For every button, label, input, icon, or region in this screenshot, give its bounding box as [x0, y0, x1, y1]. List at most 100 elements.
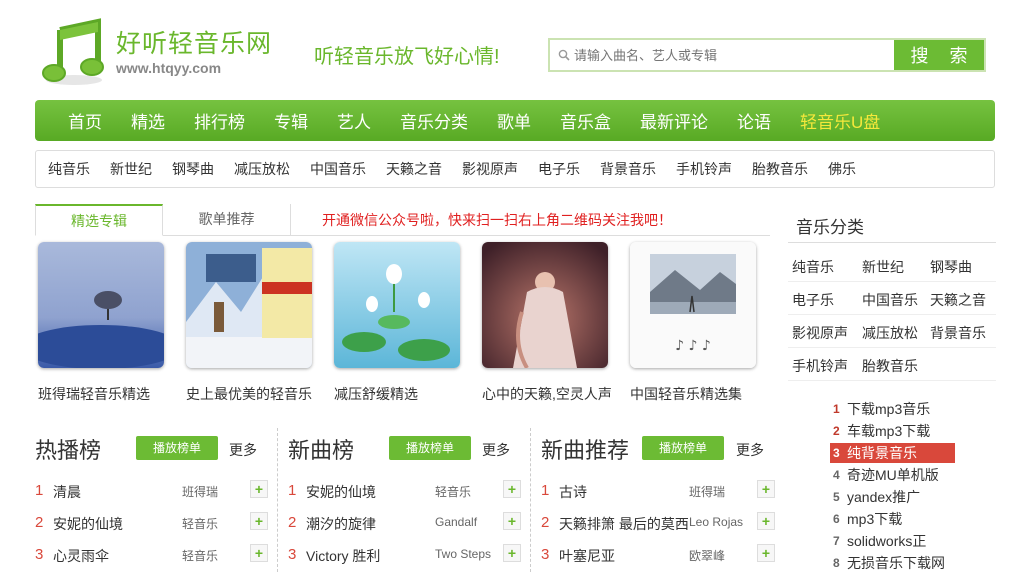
site-url[interactable]: www.htqyy.com	[116, 60, 221, 76]
rank-label[interactable]: 车载mp3下载	[847, 421, 930, 441]
song-artist[interactable]: 班得瑞	[182, 483, 218, 500]
album-title[interactable]: 班得瑞轻音乐精选	[38, 384, 166, 404]
sub-nav-item[interactable]: 减压放松	[234, 159, 290, 179]
song-title[interactable]: 安妮的仙境	[53, 514, 123, 534]
album-title[interactable]: 心中的天籁,空灵人声	[482, 384, 612, 404]
nav-latest-comments[interactable]: 最新评论	[640, 108, 708, 133]
album-title[interactable]: 史上最优美的轻音乐	[186, 384, 314, 404]
nav-charts[interactable]: 排行榜	[194, 108, 245, 133]
album-cover-relax[interactable]	[334, 242, 460, 368]
play-chart-button[interactable]: 播放榜单	[136, 436, 218, 460]
sidebar-rank-link[interactable]: 4 奇迹MU单机版	[830, 465, 955, 485]
sub-nav-item[interactable]: 影视原声	[462, 159, 518, 179]
more-link[interactable]: 更多	[482, 440, 510, 460]
rank-label[interactable]: 奇迹MU单机版	[847, 465, 939, 485]
play-chart-button[interactable]: 播放榜单	[389, 436, 471, 460]
sidebar-category[interactable]: 新世纪	[862, 257, 904, 277]
song-title[interactable]: Victory 胜利	[306, 546, 380, 566]
album-card[interactable]: 心中的天籁,空灵人声	[482, 242, 612, 404]
album-cover-chinese[interactable]: ♪ ♪ ♪	[630, 242, 756, 368]
add-song-icon[interactable]: +	[503, 512, 521, 530]
rank-label[interactable]: 纯背景音乐	[847, 443, 917, 463]
song-artist[interactable]: 轻音乐	[182, 547, 218, 564]
song-artist[interactable]: 轻音乐	[435, 483, 471, 500]
add-song-icon[interactable]: +	[757, 544, 775, 562]
sidebar-rank-link[interactable]: 8 无损音乐下载网	[830, 553, 955, 573]
sidebar-category[interactable]: 影视原声	[792, 323, 848, 343]
song-artist[interactable]: 轻音乐	[182, 515, 218, 532]
sub-nav-item[interactable]: 天籁之音	[386, 159, 442, 179]
search-button[interactable]: 搜 索	[894, 40, 984, 70]
more-link[interactable]: 更多	[736, 440, 764, 460]
sidebar-rank-link[interactable]: 5 yandex推广	[830, 487, 955, 507]
sidebar-category[interactable]: 减压放松	[862, 323, 918, 343]
sidebar-category[interactable]: 背景音乐	[930, 323, 986, 343]
song-title[interactable]: 天籁排箫 最后的莫西	[559, 514, 689, 534]
sidebar-rank-link[interactable]: 6 mp3下载	[830, 509, 955, 529]
sidebar-rank-link[interactable]: 7 solidworks正	[830, 531, 955, 551]
nav-home[interactable]: 首页	[68, 108, 102, 133]
add-song-icon[interactable]: +	[250, 480, 268, 498]
rank-label[interactable]: mp3下载	[847, 509, 902, 529]
album-title[interactable]: 减压舒缓精选	[334, 384, 462, 404]
add-song-icon[interactable]: +	[503, 544, 521, 562]
sidebar-category[interactable]: 胎教音乐	[862, 356, 918, 376]
nav-music-box[interactable]: 音乐盒	[560, 108, 611, 133]
sidebar-category[interactable]: 钢琴曲	[930, 257, 972, 277]
album-card[interactable]: 减压舒缓精选	[334, 242, 462, 404]
add-song-icon[interactable]: +	[250, 544, 268, 562]
nav-categories[interactable]: 音乐分类	[400, 108, 468, 133]
song-artist[interactable]: 班得瑞	[689, 483, 725, 500]
album-cover-heavenly-voice[interactable]	[482, 242, 608, 368]
music-note-logo-icon[interactable]	[40, 18, 108, 88]
sidebar-rank-link[interactable]: 2 车载mp3下载	[830, 421, 955, 441]
sidebar-rank-link-active[interactable]: 3 纯背景音乐	[830, 443, 955, 463]
sub-nav-item[interactable]: 佛乐	[828, 159, 856, 179]
add-song-icon[interactable]: +	[757, 512, 775, 530]
sidebar-category[interactable]: 中国音乐	[862, 290, 918, 310]
nav-featured[interactable]: 精选	[131, 108, 165, 133]
site-name[interactable]: 好听轻音乐网	[116, 24, 272, 60]
sub-nav-item[interactable]: 胎教音乐	[752, 159, 808, 179]
rank-label[interactable]: yandex推广	[847, 487, 920, 507]
sidebar-category[interactable]: 天籁之音	[930, 290, 986, 310]
rank-label[interactable]: 无损音乐下载网	[847, 553, 945, 573]
rank-label[interactable]: 下载mp3音乐	[847, 399, 930, 419]
song-artist[interactable]: Two Steps	[435, 547, 491, 561]
album-title[interactable]: 中国轻音乐精选集	[630, 384, 758, 404]
play-chart-button[interactable]: 播放榜单	[642, 436, 724, 460]
sub-nav-item[interactable]: 电子乐	[538, 159, 580, 179]
sidebar-rank-link[interactable]: 1 下载mp3音乐	[830, 399, 955, 419]
song-title[interactable]: 潮汐的旋律	[306, 514, 376, 534]
song-title[interactable]: 清晨	[53, 482, 81, 502]
song-title[interactable]: 安妮的仙境	[306, 482, 376, 502]
sub-nav-item[interactable]: 手机铃声	[676, 159, 732, 179]
sidebar-category[interactable]: 手机铃声	[792, 356, 848, 376]
sub-nav-item[interactable]: 中国音乐	[310, 159, 366, 179]
album-card[interactable]: 史上最优美的轻音乐	[186, 242, 314, 404]
album-cover-bandari[interactable]	[38, 242, 164, 368]
album-card[interactable]: ♪ ♪ ♪ 中国轻音乐精选集	[630, 242, 758, 404]
song-artist[interactable]: Gandalf	[435, 515, 477, 529]
nav-artists[interactable]: 艺人	[337, 108, 371, 133]
song-artist[interactable]: Leo Rojas	[689, 515, 743, 529]
song-artist[interactable]: 欧翠峰	[689, 547, 725, 564]
sub-nav-item[interactable]: 背景音乐	[600, 159, 656, 179]
nav-usb-drive[interactable]: 轻音乐U盘	[800, 108, 880, 133]
add-song-icon[interactable]: +	[503, 480, 521, 498]
nav-albums[interactable]: 专辑	[274, 108, 308, 133]
album-card[interactable]: 班得瑞轻音乐精选	[38, 242, 166, 404]
sidebar-category[interactable]: 纯音乐	[792, 257, 834, 277]
add-song-icon[interactable]: +	[757, 480, 775, 498]
song-title[interactable]: 叶塞尼亚	[559, 546, 615, 566]
tab-featured-albums[interactable]: 精选专辑	[35, 204, 163, 236]
nav-forum[interactable]: 论语	[737, 108, 771, 133]
add-song-icon[interactable]: +	[250, 512, 268, 530]
album-cover-most-beautiful[interactable]	[186, 242, 312, 368]
rank-label[interactable]: solidworks正	[847, 531, 926, 551]
sidebar-category[interactable]: 电子乐	[792, 290, 834, 310]
tab-playlist-recommend[interactable]: 歌单推荐	[163, 204, 291, 236]
search-input[interactable]	[550, 40, 894, 70]
song-title[interactable]: 心灵雨伞	[53, 546, 109, 566]
nav-playlists[interactable]: 歌单	[497, 108, 531, 133]
